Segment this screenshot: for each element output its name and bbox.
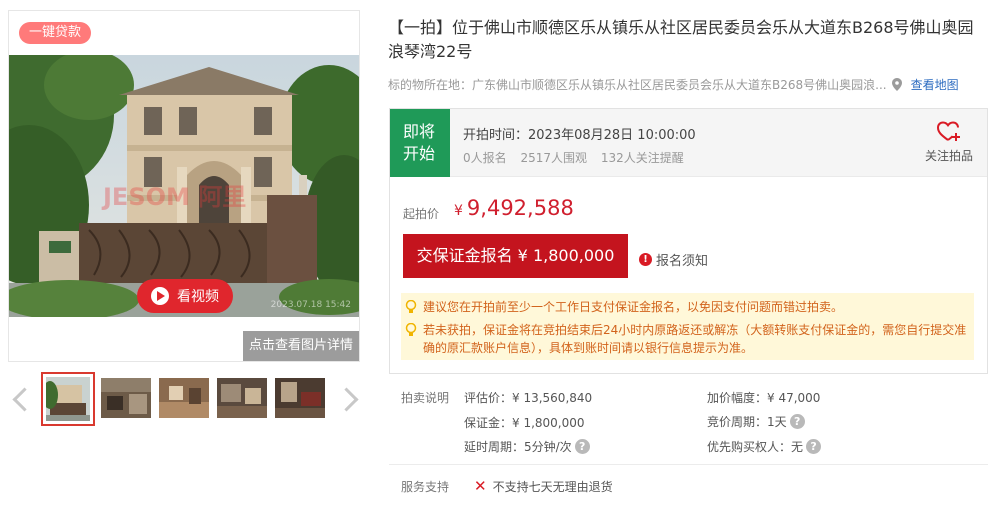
deposit-amount: 保证金：¥ 1,800,000 bbox=[464, 416, 585, 430]
thumbnail-interior-image bbox=[101, 378, 151, 418]
auction-stats: 0人报名 2517人围观 132人关注提醒 bbox=[463, 149, 694, 166]
main-photo[interactable]: JESOM 阿里 2023.07.18 15:42 看视频 bbox=[9, 55, 359, 317]
thumbnail-5[interactable] bbox=[275, 378, 325, 418]
watch-video-label: 看视频 bbox=[177, 289, 219, 305]
auction-panel: 即将开始 开拍时间：2023年08月28日 10:00:00 0人报名 2517… bbox=[389, 108, 988, 374]
thumbnail-1[interactable] bbox=[41, 372, 95, 426]
auction-status-header bbox=[390, 109, 987, 177]
tip-text: 建议您在开拍前至少一个工作日支付保证金报名，以免因支付问题而错过拍卖。 bbox=[423, 300, 844, 314]
thumbnail-2[interactable] bbox=[101, 378, 151, 418]
service-support-label: 服务支持 bbox=[401, 480, 450, 494]
listing-title: 【一拍】位于佛山市顺德区乐从镇乐从社区居民委员会乐从大道东B268号佛山奥园浪琴… bbox=[388, 18, 974, 61]
bidding-cycle: 竞价周期：1天 ? bbox=[707, 413, 805, 430]
no-return-policy: ✕ 不支持七天无理由退货 bbox=[474, 477, 613, 495]
image-gallery: 一键贷款 JESOM 阿里 2023.07.18 15:42 看视频 点击查看图… bbox=[8, 10, 360, 362]
tip-item: 建议您在开拍前至少一个工作日支付保证金报名，以免因支付问题而错过拍卖。 bbox=[401, 298, 974, 316]
view-photo-details-button[interactable]: 点击查看图片详情 bbox=[243, 331, 359, 361]
lightbulb-icon bbox=[405, 323, 417, 336]
currency-symbol: ¥ bbox=[454, 203, 463, 219]
auction-start-time: 开拍时间：2023年08月28日 10:00:00 bbox=[463, 128, 696, 143]
signup-count: 0人报名 bbox=[463, 151, 507, 165]
thumbnail-4[interactable] bbox=[217, 378, 267, 418]
help-icon[interactable]: ? bbox=[806, 439, 822, 454]
view-map-link[interactable]: 查看地图 bbox=[911, 76, 959, 93]
heart-plus-icon bbox=[937, 121, 960, 141]
reminder-count: 132人关注提醒 bbox=[600, 151, 684, 165]
delay-period: 延时周期：5分钟/次 ? bbox=[464, 438, 590, 455]
help-icon[interactable]: ? bbox=[574, 439, 590, 454]
appraisal-price: 评估价：¥ 13,560,840 bbox=[464, 391, 593, 405]
delay-period-text: 延时周期：5分钟/次 bbox=[464, 440, 572, 454]
auction-status-badge: 即将开始 bbox=[390, 109, 450, 177]
auction-page: 一键贷款 JESOM 阿里 2023.07.18 15:42 看视频 点击查看图… bbox=[0, 0, 994, 515]
thumbnail-strip bbox=[8, 372, 360, 426]
tip-text: 若未获拍，保证金将在竞拍结束后24小时内原路返还或解冻（大额转账支付保证金的，需… bbox=[423, 323, 967, 355]
play-icon bbox=[151, 287, 169, 305]
start-price-value: 9,492,588 bbox=[466, 196, 574, 220]
signup-notice-link[interactable]: ! 报名须知 bbox=[639, 250, 708, 269]
auction-notes-label: 拍卖说明 bbox=[401, 391, 450, 405]
thumbnail-interior-image bbox=[275, 378, 325, 418]
map-pin-icon bbox=[891, 78, 902, 91]
thumbnail-interior-image bbox=[217, 378, 267, 418]
watch-video-button[interactable]: 看视频 bbox=[137, 279, 233, 313]
view-count: 2517人围观 bbox=[520, 151, 588, 165]
lightbulb-icon bbox=[405, 300, 417, 313]
photo-watermark: JESOM 阿里 bbox=[103, 183, 247, 211]
bidding-cycle-text: 竞价周期：1天 bbox=[707, 415, 787, 429]
close-icon: ✕ bbox=[474, 477, 487, 495]
pay-deposit-signup-button[interactable]: 交保证金报名 ¥ 1,800,000 bbox=[403, 234, 628, 278]
bid-increment: 加价幅度：¥ 47,000 bbox=[707, 391, 821, 405]
section-divider bbox=[389, 464, 988, 465]
location-value: 广东佛山市顺德区乐从镇乐从社区居民委员会乐从大道东B268号佛山奥园浪... bbox=[472, 78, 887, 92]
thumbnail-villa-image bbox=[43, 377, 90, 421]
priority-buyer: 优先购买权人：无 ? bbox=[707, 438, 822, 455]
thumbnail-interior-image bbox=[159, 378, 209, 418]
location-label: 标的物所在地： bbox=[388, 78, 473, 92]
follow-label: 关注拍品 bbox=[924, 149, 973, 163]
signup-notice-label: 报名须知 bbox=[656, 254, 709, 269]
chevron-left-icon[interactable] bbox=[10, 384, 30, 414]
follow-item-button[interactable]: 关注拍品 bbox=[923, 121, 975, 164]
chevron-right-icon[interactable] bbox=[338, 384, 358, 414]
no-return-text: 不支持七天无理由退货 bbox=[492, 479, 613, 494]
tip-item: 若未获拍，保证金将在竞拍结束后24小时内原路返还或解冻（大额转账支付保证金的，需… bbox=[401, 321, 974, 357]
start-price: ¥9,492,588 bbox=[454, 196, 574, 220]
one-click-loan-badge[interactable]: 一键贷款 bbox=[19, 22, 92, 44]
photo-timestamp: 2023.07.18 15:42 bbox=[270, 300, 351, 310]
start-price-label: 起拍价 bbox=[403, 207, 440, 221]
thumbnail-3[interactable] bbox=[159, 378, 209, 418]
help-icon[interactable]: ? bbox=[789, 414, 805, 429]
exclamation-icon: ! bbox=[639, 253, 652, 266]
deposit-tips: 建议您在开拍前至少一个工作日支付保证金报名，以免因支付问题而错过拍卖。 若未获拍… bbox=[401, 293, 974, 360]
priority-buyer-text: 优先购买权人：无 bbox=[707, 440, 804, 454]
listing-location: 标的物所在地： 广东佛山市顺德区乐从镇乐从社区居民委员会乐从大道东B268号佛山… bbox=[388, 76, 959, 93]
